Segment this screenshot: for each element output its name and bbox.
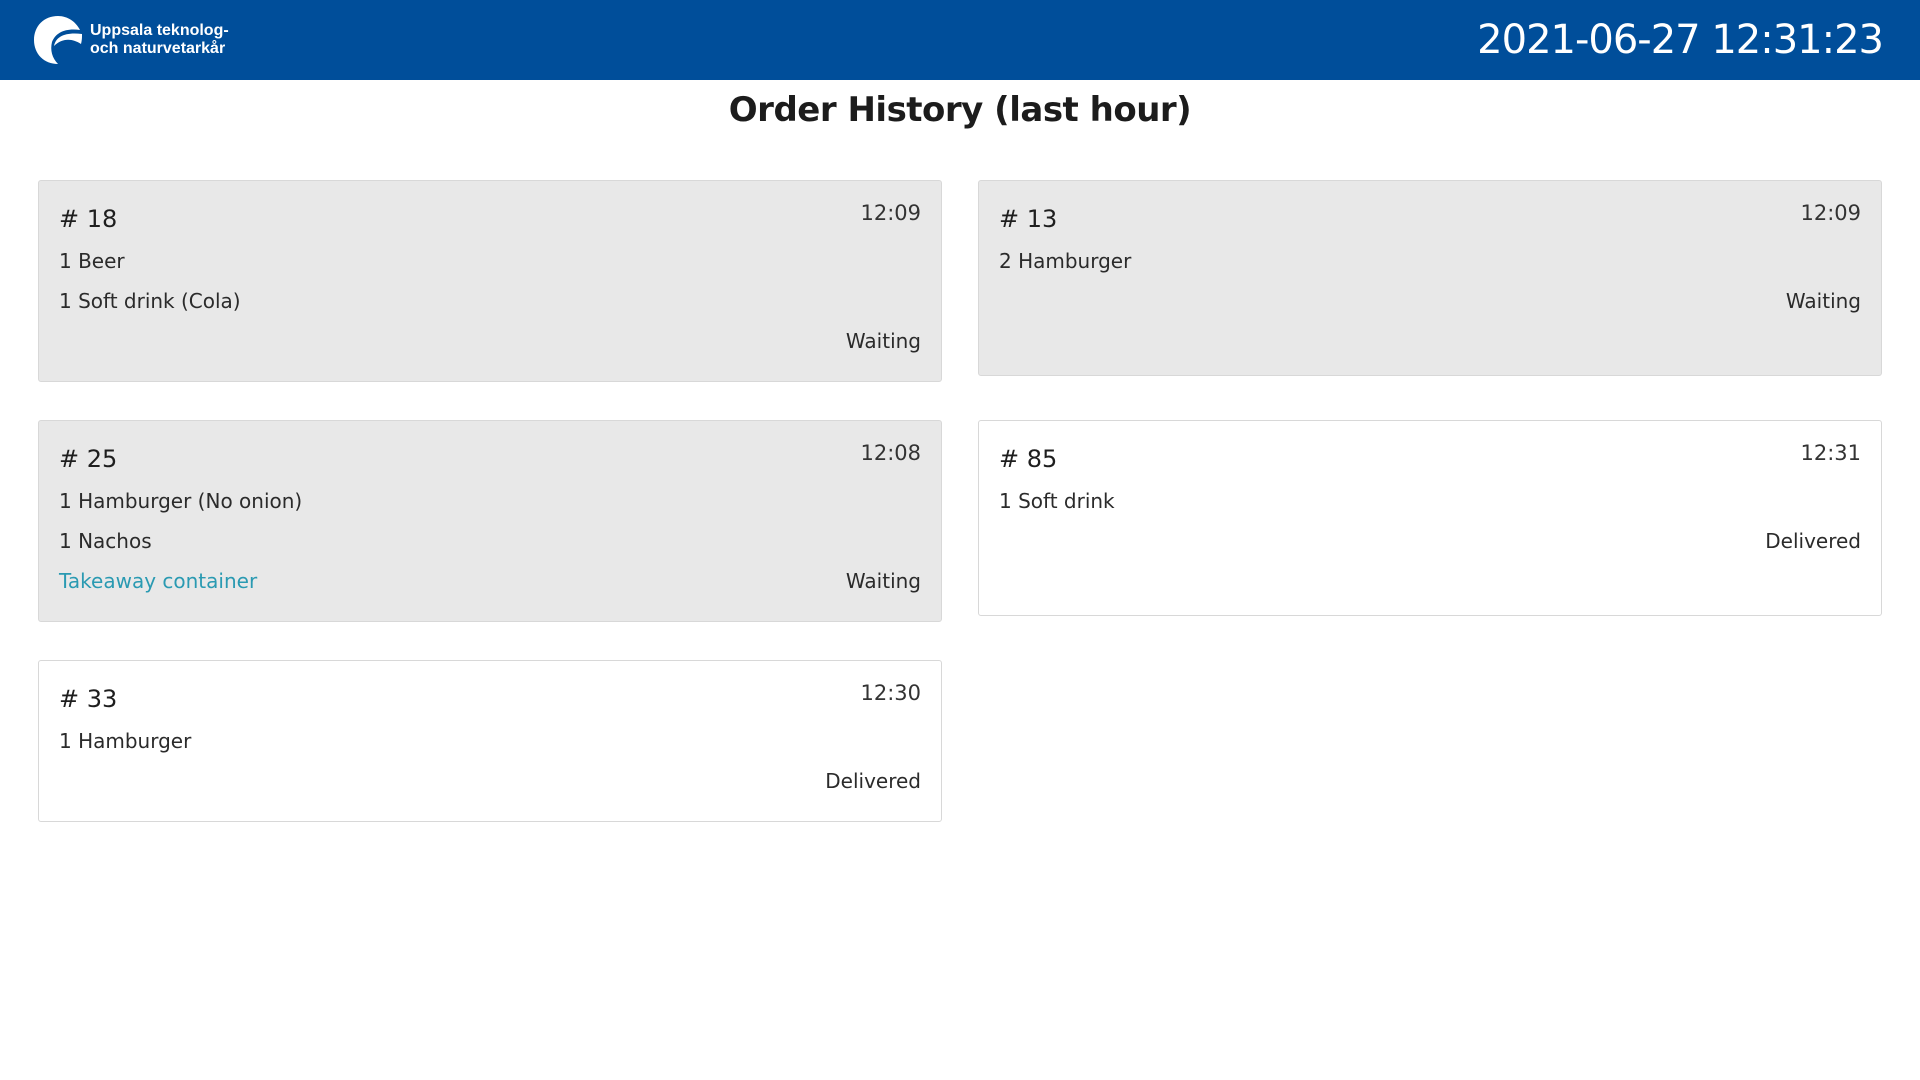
order-item: 1 Hamburger (No onion) — [59, 489, 303, 513]
order-time: 12:09 — [1800, 201, 1861, 225]
order-footer: Waiting — [999, 281, 1861, 321]
order-status: Delivered — [1765, 529, 1861, 553]
page-title: Order History (last hour) — [728, 90, 1192, 130]
logo-text: Uppsala teknolog- och naturvetarkår — [90, 22, 229, 58]
order-items: 2 Hamburger — [999, 241, 1861, 281]
order-card[interactable]: # 18 12:09 1 Beer 1 Soft drink (Cola) Wa… — [38, 180, 942, 382]
order-status: Delivered — [825, 769, 921, 793]
logo: Uppsala teknolog- och naturvetarkår — [32, 14, 229, 66]
order-item: 1 Beer — [59, 249, 125, 273]
order-time: 12:30 — [860, 681, 921, 705]
order-card[interactable]: # 25 12:08 1 Hamburger (No onion) 1 Nach… — [38, 420, 942, 622]
logo-line-2: och naturvetarkår — [90, 40, 226, 57]
order-status: Waiting — [845, 569, 921, 593]
order-footer: Takeaway container Waiting — [59, 561, 921, 601]
order-status: Waiting — [845, 329, 921, 353]
order-items: 1 Soft drink — [999, 481, 1861, 521]
top-bar: Uppsala teknolog- och naturvetarkår 2021… — [0, 0, 1920, 80]
order-time: 12:08 — [860, 441, 921, 465]
utn-logo-icon — [34, 16, 82, 64]
order-items: 1 Beer 1 Soft drink (Cola) — [59, 241, 921, 321]
order-item: 1 Hamburger — [59, 729, 192, 753]
order-grid: # 18 12:09 1 Beer 1 Soft drink (Cola) Wa… — [38, 180, 1882, 822]
order-extra: Takeaway container — [59, 569, 258, 593]
order-number: # 18 — [59, 205, 118, 233]
order-time: 12:31 — [1800, 441, 1861, 465]
order-item: 2 Hamburger — [999, 249, 1132, 273]
order-items: 1 Hamburger (No onion) 1 Nachos — [59, 481, 921, 561]
order-card[interactable]: # 33 12:30 1 Hamburger Delivered — [38, 660, 942, 822]
order-footer: Delivered — [59, 761, 921, 801]
order-status: Waiting — [1785, 289, 1861, 313]
order-card[interactable]: # 85 12:31 1 Soft drink Delivered — [978, 420, 1882, 616]
clock: 2021-06-27 12:31:23 — [1477, 17, 1884, 63]
order-item: 1 Soft drink — [999, 489, 1115, 513]
order-items: 1 Hamburger — [59, 721, 921, 761]
order-card[interactable]: # 13 12:09 2 Hamburger Waiting — [978, 180, 1882, 376]
order-time: 12:09 — [860, 201, 921, 225]
logo-line-1: Uppsala teknolog- — [90, 22, 229, 39]
order-number: # 25 — [59, 445, 118, 473]
order-number: # 13 — [999, 205, 1058, 233]
order-item: 1 Nachos — [59, 529, 152, 553]
order-item: 1 Soft drink (Cola) — [59, 289, 241, 313]
order-footer: Delivered — [999, 521, 1861, 561]
order-number: # 85 — [999, 445, 1058, 473]
order-footer: Waiting — [59, 321, 921, 361]
order-number: # 33 — [59, 685, 118, 713]
